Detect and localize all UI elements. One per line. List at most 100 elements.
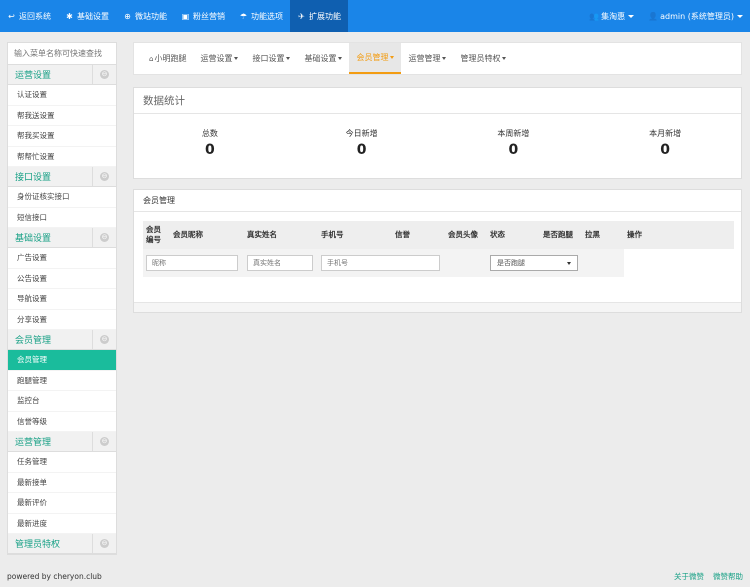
col-member-id: 会员编号	[143, 221, 170, 249]
page-footer: powered by cheryon.club 关于微赞 微赞帮助	[0, 566, 750, 587]
nav-label: 粉丝营销	[193, 11, 225, 21]
about-link[interactable]: 关于微赞	[674, 571, 704, 582]
user-icon: 👤	[648, 11, 659, 21]
menu-search-input[interactable]	[8, 43, 116, 64]
sidebar-item-members[interactable]: 会员管理	[8, 350, 116, 371]
nav-label: 功能选项	[251, 11, 283, 21]
help-link[interactable]: 微赞帮助	[713, 571, 743, 582]
user-group-menu[interactable]: 👥 集淘惠	[582, 0, 641, 32]
globe-icon: ⊕	[124, 11, 131, 21]
filter-cell	[143, 249, 244, 277]
collapse-toggle[interactable]: ⊖	[92, 167, 116, 186]
stat-label: 总数	[201, 129, 218, 138]
sidebar-item-notice[interactable]: 公告设置	[8, 268, 116, 289]
sidebar-item-auth-settings[interactable]: 认证设置	[8, 85, 116, 106]
sidebar-item-latest-progress[interactable]: 最新进度	[8, 513, 116, 534]
stat-value: 0	[508, 142, 519, 158]
user-group-label: 集淘惠	[601, 11, 626, 21]
col-realname: 真实姓名	[244, 221, 318, 249]
gift-icon: ▣	[181, 11, 190, 21]
chevron-down-icon	[628, 14, 635, 18]
sidebar-group-operation-management[interactable]: 运营管理 ⊖	[8, 432, 116, 452]
sidebar-item-monitor[interactable]: 监控台	[8, 391, 116, 412]
tab-label: 会员管理	[356, 53, 389, 62]
collapse-toggle[interactable]: ⊖	[92, 330, 116, 349]
nav-fans-marketing[interactable]: ▣ 粉丝营销	[174, 0, 232, 32]
sidebar-item-delivery-settings[interactable]: 帮我送设置	[8, 105, 116, 126]
collapse-toggle[interactable]: ⊖	[92, 228, 116, 247]
sidebar-group-basic-settings[interactable]: 基础设置 ⊖	[8, 228, 116, 248]
sidebar-item-latest-orders[interactable]: 最新接单	[8, 472, 116, 493]
tab-operation-settings[interactable]: 运营设置	[193, 43, 245, 74]
nickname-filter-input[interactable]	[146, 255, 238, 271]
nav-basic-settings[interactable]: ✱ 基础设置	[58, 0, 116, 32]
col-actions: 操作	[624, 221, 734, 249]
runner-filter-select[interactable]: 是否跑腿	[490, 255, 578, 271]
chevron-down-icon	[234, 57, 239, 60]
plane-icon: ✈	[298, 11, 305, 21]
nav-back-system[interactable]: ↩ 返回系统	[0, 0, 58, 32]
table-filter-row: 是否跑腿	[143, 249, 734, 277]
tab-basic-settings[interactable]: 基础设置	[297, 43, 349, 74]
chevron-down-icon	[390, 56, 395, 59]
sidebar-group-interface-settings[interactable]: 接口设置 ⊖	[8, 167, 116, 187]
sidebar-item-tasks[interactable]: 任务管理	[8, 452, 116, 473]
sidebar-item-runners[interactable]: 跑腿管理	[8, 370, 116, 391]
back-icon: ↩	[8, 11, 15, 21]
stats-title: 数据统计	[134, 88, 741, 114]
sidebar-item-ads[interactable]: 广告设置	[8, 248, 116, 269]
collapse-toggle[interactable]: ⊖	[92, 534, 116, 553]
sidebar-item-navigation[interactable]: 导航设置	[8, 289, 116, 310]
stat-value: 0	[205, 142, 215, 158]
tab-home[interactable]: ⌂ 小明跑腿	[142, 43, 193, 74]
nav-label: 基础设置	[77, 11, 109, 21]
table-header-row: 会员编号 会员昵称 真实姓名 手机号 信誉 会员头像 状态 是否跑腿 拉黑 操作	[143, 221, 734, 249]
users-icon: 👥	[589, 11, 600, 21]
group-title: 会员管理	[15, 336, 52, 346]
sidebar-group-operation-settings[interactable]: 运营设置 ⊖	[8, 65, 116, 85]
stat-label: 本周新增	[497, 129, 530, 138]
collapse-toggle[interactable]: ⊖	[92, 65, 116, 84]
nav-extensions[interactable]: ✈ 扩展功能	[290, 0, 348, 32]
group-title: 运营管理	[15, 438, 52, 448]
gear-icon: ✱	[66, 11, 73, 21]
chevron-down-icon	[567, 261, 571, 265]
sidebar-item-credit-level[interactable]: 信誉等级	[8, 411, 116, 432]
col-blacklist: 拉黑	[582, 221, 624, 249]
minus-circle-icon: ⊖	[100, 70, 109, 79]
stat-label: 本月新增	[649, 129, 682, 138]
sidebar-group-admin-privileges[interactable]: 管理员特权 ⊖	[8, 534, 116, 554]
sidebar-item-latest-reviews[interactable]: 最新评价	[8, 493, 116, 514]
filter-cell	[318, 249, 445, 277]
filter-cell	[582, 249, 624, 277]
col-nickname: 会员昵称	[170, 221, 244, 249]
chevron-down-icon	[442, 57, 447, 60]
stat-today: 今日新增 0	[286, 128, 438, 158]
module-tabs: ⌂ 小明跑腿 运营设置 接口设置 基础设置 会员管理 运营管理 管理员特权	[133, 42, 742, 75]
sidebar-item-help-settings[interactable]: 帮帮忙设置	[8, 146, 116, 167]
stat-value: 0	[356, 142, 367, 158]
nav-label: 扩展功能	[309, 11, 341, 21]
collapse-toggle[interactable]: ⊖	[92, 432, 116, 451]
sidebar-group-member-management[interactable]: 会员管理 ⊖	[8, 330, 116, 350]
tab-admin-privileges[interactable]: 管理员特权	[453, 43, 513, 74]
admin-menu[interactable]: 👤 admin (系统管理员)	[641, 0, 750, 32]
col-runner: 是否跑腿	[540, 221, 582, 249]
sidebar-item-id-verify[interactable]: 身份证核实接口	[8, 187, 116, 208]
tab-interface-settings[interactable]: 接口设置	[245, 43, 297, 74]
filter-cell	[624, 249, 734, 277]
powered-by-text: powered by cheryon.club	[7, 572, 102, 581]
nav-function-options[interactable]: ☂ 功能选项	[232, 0, 290, 32]
sidebar-item-share[interactable]: 分享设置	[8, 309, 116, 330]
sidebar-item-sms[interactable]: 短信接口	[8, 207, 116, 228]
realname-filter-input[interactable]	[247, 255, 313, 271]
sidebar-item-buy-settings[interactable]: 帮我买设置	[8, 126, 116, 147]
group-title: 运营设置	[15, 71, 52, 81]
col-phone: 手机号	[318, 221, 392, 249]
tab-member-management[interactable]: 会员管理	[349, 43, 402, 74]
nav-label: 微站功能	[135, 11, 167, 21]
phone-filter-input[interactable]	[321, 255, 440, 271]
home-icon: ⌂	[149, 54, 154, 63]
tab-operation-management[interactable]: 运营管理	[401, 43, 453, 74]
nav-microsite[interactable]: ⊕ 微站功能	[116, 0, 174, 32]
